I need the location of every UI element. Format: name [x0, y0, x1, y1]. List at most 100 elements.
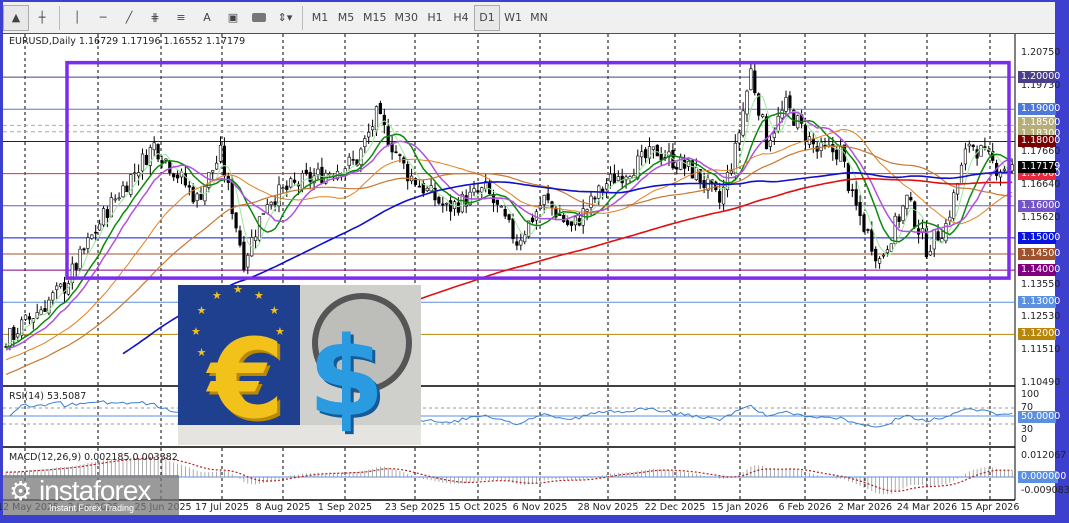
- euro-icon: €: [208, 315, 285, 443]
- instaforex-logo: ⚙ instaforex Instant Forex Trading: [3, 475, 179, 515]
- candle: [808, 137, 811, 145]
- candle: [929, 251, 932, 255]
- candle: [215, 163, 218, 169]
- candle: [570, 222, 573, 226]
- separator: [59, 6, 60, 30]
- candle: [442, 204, 445, 205]
- candle: [640, 152, 643, 157]
- date-label: 24 Mar 2026: [897, 502, 957, 513]
- price-tick: 1.12530: [1018, 311, 1063, 323]
- cursor-tool[interactable]: ▲: [3, 5, 29, 31]
- candle: [629, 177, 632, 179]
- candle: [137, 173, 140, 176]
- candle: [1003, 169, 1006, 170]
- candle: [980, 146, 983, 157]
- candle: [543, 195, 546, 204]
- timeframe-m5[interactable]: M5: [333, 5, 359, 31]
- candle: [403, 158, 406, 163]
- logo-gear-icon: ⚙: [9, 477, 32, 507]
- macd-label: MACD(12,26,9) 0.002185 0.003382: [9, 452, 178, 463]
- candle: [286, 186, 289, 190]
- candle: [188, 186, 191, 188]
- range-rectangle: [67, 63, 1009, 278]
- vertical-line-tool[interactable]: │: [64, 5, 90, 31]
- rectangle-tool[interactable]: [246, 5, 272, 31]
- candle: [972, 145, 975, 146]
- candle: [566, 221, 569, 225]
- timeframe-d1[interactable]: D1: [474, 5, 500, 31]
- candle: [375, 106, 378, 129]
- candle: [309, 172, 312, 181]
- candle: [547, 194, 550, 200]
- promo-image: ★★★★★★★★★★★★ € $: [178, 285, 421, 445]
- candle: [91, 235, 94, 239]
- candle: [789, 96, 792, 108]
- level-label: 1.15000: [1018, 232, 1056, 244]
- text-tool[interactable]: A: [194, 5, 220, 31]
- price-tick: 1.17660: [1018, 146, 1063, 158]
- timeframe-h1[interactable]: H1: [422, 5, 448, 31]
- candle: [211, 170, 214, 172]
- candle: [738, 133, 741, 143]
- price-tick: 1.11510: [1018, 344, 1063, 356]
- candle: [352, 159, 355, 160]
- price-tick: 1.20750: [1018, 47, 1063, 59]
- candle: [804, 125, 807, 141]
- timeframe-m15[interactable]: M15: [359, 5, 391, 31]
- candle: [59, 284, 62, 287]
- chart-area[interactable]: EURUSD,Daily 1.16729 1.17196 1.16552 1.1…: [3, 34, 1055, 515]
- candle: [504, 209, 507, 216]
- candle: [102, 208, 105, 224]
- price-tick: 1.15620: [1018, 212, 1063, 224]
- candle: [321, 167, 324, 183]
- timeframe-m1[interactable]: M1: [307, 5, 333, 31]
- crosshair-tool[interactable]: ┼: [29, 5, 55, 31]
- candle: [839, 146, 842, 161]
- candle: [559, 214, 562, 215]
- text-label-tool[interactable]: ▣: [220, 5, 246, 31]
- candle: [874, 249, 877, 261]
- candle: [898, 217, 901, 222]
- timeframe-m30[interactable]: M30: [391, 5, 423, 31]
- candle: [118, 198, 121, 199]
- arrows-tool[interactable]: ⇕▾: [272, 5, 298, 31]
- fibo-fan-tool[interactable]: ≡: [168, 5, 194, 31]
- timeframe-w1[interactable]: W1: [500, 5, 526, 31]
- candle: [952, 193, 955, 219]
- candle: [746, 91, 749, 114]
- level-label: 1.16000: [1018, 200, 1056, 212]
- candle: [902, 206, 905, 221]
- candle: [457, 203, 460, 213]
- candle: [40, 310, 43, 314]
- timeframe-mn[interactable]: MN: [526, 5, 552, 31]
- candle: [886, 250, 889, 253]
- level-label: 1.18000: [1018, 135, 1056, 147]
- candle: [508, 215, 511, 220]
- candle: [122, 186, 125, 197]
- candle: [695, 167, 698, 179]
- candle: [496, 200, 499, 204]
- candle: [644, 150, 647, 158]
- date-label: 15 Oct 2025: [449, 502, 508, 513]
- date-label: 8 Aug 2025: [256, 502, 311, 513]
- candle: [683, 160, 686, 168]
- candle: [418, 186, 421, 187]
- trendline-tool[interactable]: ╱: [116, 5, 142, 31]
- candle: [289, 179, 292, 187]
- candle: [754, 71, 757, 93]
- candle: [910, 197, 913, 200]
- date-label: 15 Jan 2026: [712, 502, 769, 513]
- candle: [863, 215, 866, 232]
- candle: [594, 198, 597, 199]
- fibonacci-tool[interactable]: ⋕: [142, 5, 168, 31]
- candle: [44, 308, 47, 311]
- candle: [274, 202, 277, 205]
- level-label: 1.19000: [1018, 103, 1056, 115]
- candle: [371, 127, 374, 130]
- horizontal-line-tool[interactable]: ─: [90, 5, 116, 31]
- timeframe-h4[interactable]: H4: [448, 5, 474, 31]
- candle: [367, 132, 370, 137]
- rsi-label: RSI(14) 53.5087: [9, 391, 86, 402]
- candle: [247, 255, 250, 267]
- window-frame: [0, 515, 1069, 523]
